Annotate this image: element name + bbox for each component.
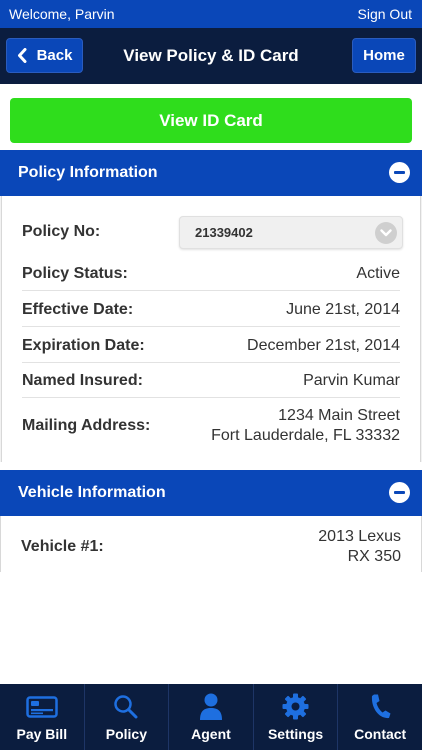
mailing-address-row: Mailing Address: 1234 Main Street Fort L…	[22, 405, 400, 447]
vehicle-section-title: Vehicle Information	[18, 484, 166, 501]
policy-status-row: Policy Status: Active	[22, 264, 400, 284]
person-icon	[199, 693, 223, 720]
address-line-1: 1234 Main Street	[278, 407, 400, 424]
gear-icon	[282, 693, 309, 720]
tab-pay-bill[interactable]: Pay Bill	[0, 684, 85, 750]
effective-date-label: Effective Date:	[22, 301, 134, 318]
tab-contact[interactable]: Contact	[338, 684, 422, 750]
vehicle-row: Vehicle #1: 2013 Lexus RX 350	[21, 526, 401, 568]
mailing-address-label: Mailing Address:	[22, 417, 151, 434]
sign-out-link[interactable]: Sign Out	[358, 6, 412, 22]
collapse-policy-icon[interactable]	[389, 162, 410, 183]
bottom-tab-bar: Pay Bill Policy Agent Settings Contact	[0, 684, 422, 750]
policy-status-label: Policy Status:	[22, 265, 128, 282]
welcome-text: Welcome, Parvin	[9, 6, 115, 22]
policy-number-value: 21339402	[195, 225, 253, 240]
vehicle-value: 2013 Lexus RX 350	[318, 527, 401, 567]
policy-number-label: Policy No:	[22, 223, 101, 240]
vehicle-line-1: 2013 Lexus	[318, 528, 401, 545]
tab-contact-label: Contact	[354, 726, 407, 742]
tab-agent-label: Agent	[191, 726, 231, 742]
divider	[22, 362, 400, 363]
id-card-area: View ID Card	[0, 84, 422, 150]
navigation-bar: Back View Policy & ID Card Home	[0, 28, 422, 84]
named-insured-row: Named Insured: Parvin Kumar	[22, 371, 400, 391]
page-title: View Policy & ID Card	[123, 45, 299, 65]
phone-icon	[368, 693, 392, 720]
policy-information-panel: Policy No: 21339402 Policy Status: Activ…	[0, 196, 422, 462]
welcome-bar: Welcome, Parvin Sign Out	[0, 0, 422, 28]
tab-settings-label: Settings	[267, 726, 324, 742]
tab-policy[interactable]: Policy	[85, 684, 170, 750]
divider	[22, 326, 400, 327]
vehicle-information-header[interactable]: Vehicle Information	[0, 470, 422, 516]
chevron-left-icon	[17, 48, 27, 63]
home-button[interactable]: Home	[352, 38, 416, 73]
chevron-down-icon	[375, 222, 397, 244]
tab-settings[interactable]: Settings	[254, 684, 339, 750]
effective-date-row: Effective Date: June 21st, 2014	[22, 300, 400, 320]
policy-number-select[interactable]: 21339402	[179, 216, 403, 249]
address-line-2: Fort Lauderdale, FL 33332	[211, 427, 400, 444]
collapse-vehicle-icon[interactable]	[389, 482, 410, 503]
effective-date-value: June 21st, 2014	[286, 301, 400, 318]
expiration-date-label: Expiration Date:	[22, 337, 145, 354]
tab-policy-label: Policy	[105, 726, 148, 742]
search-icon	[113, 693, 139, 720]
expiration-date-row: Expiration Date: December 21st, 2014	[22, 336, 400, 356]
back-button-label: Back	[36, 47, 73, 64]
vehicle-information-panel: Vehicle #1: 2013 Lexus RX 350	[0, 516, 422, 572]
vehicle-line-2: RX 350	[347, 548, 401, 565]
expiration-date-value: December 21st, 2014	[247, 337, 400, 354]
divider	[22, 290, 400, 291]
policy-information-header[interactable]: Policy Information	[0, 150, 422, 196]
tab-agent[interactable]: Agent	[169, 684, 254, 750]
policy-status-value: Active	[356, 265, 400, 282]
tab-pay-bill-label: Pay Bill	[16, 726, 68, 742]
back-button[interactable]: Back	[6, 38, 83, 73]
policy-card: Policy No: 21339402 Policy Status: Activ…	[1, 196, 421, 462]
named-insured-label: Named Insured:	[22, 372, 143, 389]
named-insured-value: Parvin Kumar	[303, 372, 400, 389]
mailing-address-value: 1234 Main Street Fort Lauderdale, FL 333…	[211, 406, 400, 446]
policy-section-title: Policy Information	[18, 164, 158, 181]
credit-card-icon	[26, 693, 58, 720]
divider	[22, 397, 400, 398]
view-id-card-button[interactable]: View ID Card	[10, 98, 412, 143]
vehicle-label: Vehicle #1:	[21, 538, 104, 555]
